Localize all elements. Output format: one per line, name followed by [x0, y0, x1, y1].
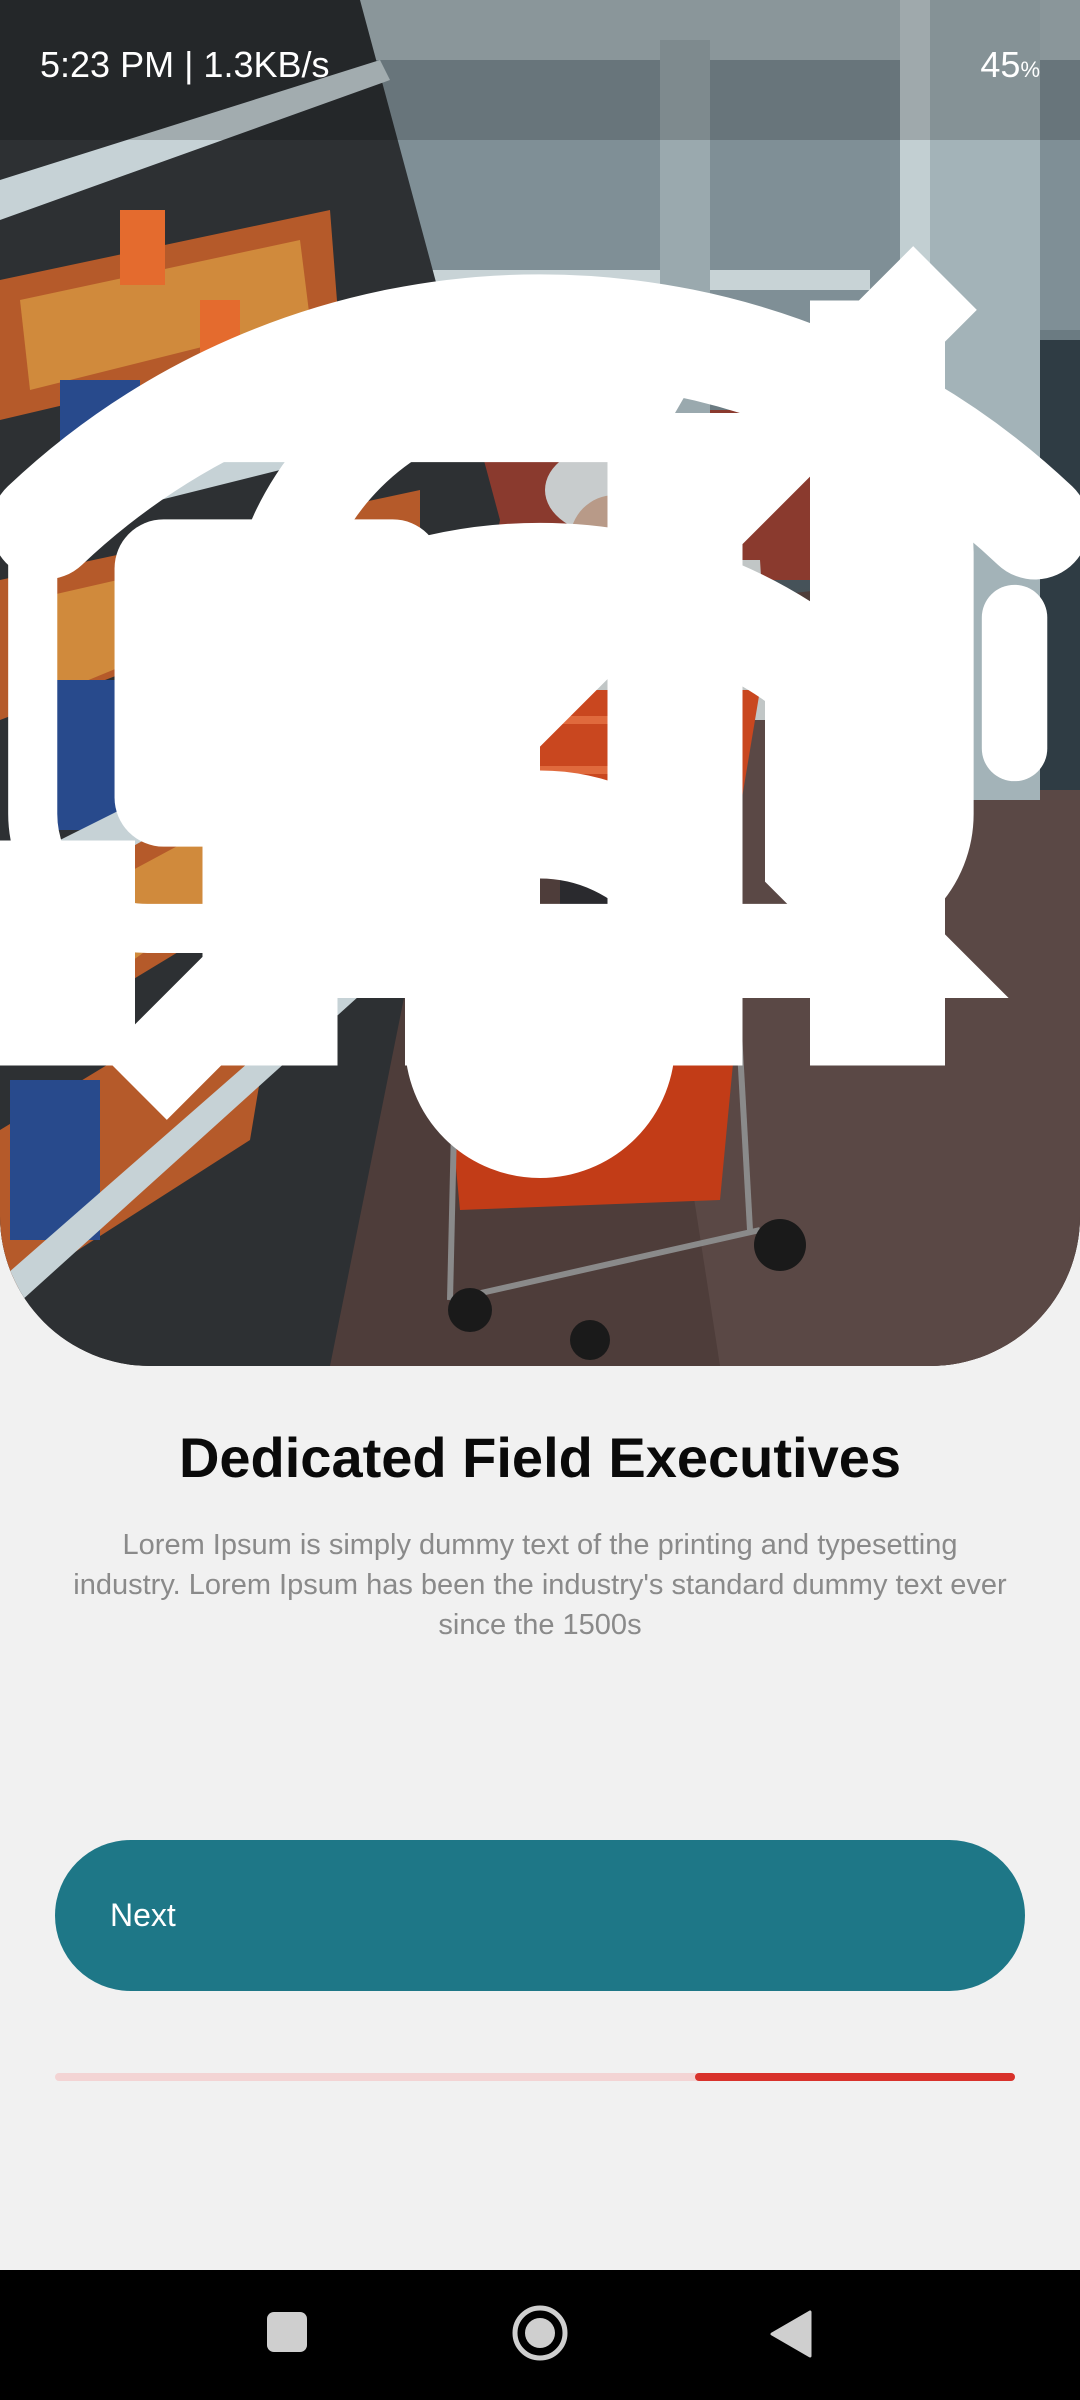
status-right: 45% — [0, 44, 1080, 1129]
page-title: Dedicated Field Executives — [178, 1426, 902, 1489]
recents-icon[interactable] — [265, 2310, 309, 2359]
hero-image: 5:23 PM | 1.3KB/s 45% — [0, 0, 1080, 1366]
page-description: Lorem Ipsum is simply dummy text of the … — [73, 1529, 1007, 1641]
home-icon[interactable] — [511, 2304, 569, 2367]
back-icon[interactable] — [770, 2310, 812, 2363]
next-button[interactable]: Next — [55, 1840, 1025, 1991]
status-bar: 5:23 PM | 1.3KB/s 45% — [0, 0, 1080, 1178]
progress-fill — [695, 2073, 1015, 2081]
progress-track — [55, 2073, 1015, 2081]
onboarding-screen: 5:23 PM | 1.3KB/s 45% Dedicated Field Ex… — [0, 0, 1080, 2400]
